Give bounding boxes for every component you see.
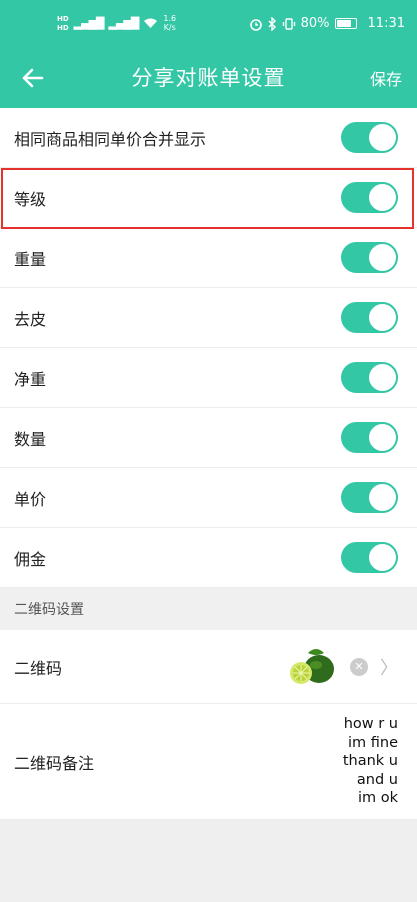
setting-label: 去皮 xyxy=(14,309,47,329)
battery-icon xyxy=(334,18,357,29)
settings-list: 相同商品相同单价合并显示 等级 重量 去皮 净重 数量 单价 佣金 二维码设置 … xyxy=(0,108,417,820)
signal-icon: ▂▄▆█ xyxy=(73,16,105,30)
setting-weight-row: 重量 xyxy=(0,228,417,288)
setting-label: 净重 xyxy=(14,369,47,389)
setting-quantity-row: 数量 xyxy=(0,408,417,468)
wifi-icon xyxy=(144,18,158,28)
status-bar: HD HD ▂▄▆█ ▂▄▆█ 1.6 K/s 80% 11:31 xyxy=(0,0,417,48)
quantity-toggle[interactable] xyxy=(341,422,398,453)
page-title: 分享对账单设置 xyxy=(131,66,286,90)
net-weight-toggle[interactable] xyxy=(341,362,398,393)
setting-label: 数量 xyxy=(14,429,47,449)
grade-toggle[interactable] xyxy=(341,182,398,213)
setting-net-weight-row: 净重 xyxy=(0,348,417,408)
setting-unit-price-row: 单价 xyxy=(0,468,417,528)
setting-label: 重量 xyxy=(14,249,47,269)
setting-label: 等级 xyxy=(14,189,47,209)
tare-toggle[interactable] xyxy=(341,302,398,333)
qr-controls: ✕ 〉 xyxy=(286,645,398,689)
alarm-icon xyxy=(249,18,262,31)
qr-code-row[interactable]: 二维码 ✕ 〉 xyxy=(0,630,417,704)
hd-indicator: HD HD xyxy=(57,14,69,32)
qr-note-row[interactable]: 二维码备注 how r u im fine thank u and u im o… xyxy=(0,704,417,820)
setting-tare-row: 去皮 xyxy=(0,288,417,348)
qr-note-value: how r u im fine thank u and u im ok xyxy=(342,716,398,807)
network-speed: 1.6 K/s xyxy=(163,14,177,32)
vibrate-icon xyxy=(282,17,295,30)
chevron-right-icon: 〉 xyxy=(380,657,398,679)
signal-icon-2: ▂▄▆█ xyxy=(108,16,140,30)
merge-toggle[interactable] xyxy=(341,122,398,153)
setting-grade-row: 等级 xyxy=(0,168,417,228)
qr-label: 二维码 xyxy=(14,658,63,678)
save-button[interactable]: 保存 xyxy=(370,66,402,90)
status-left: HD HD ▂▄▆█ ▂▄▆█ 1.6 K/s xyxy=(57,14,176,32)
bluetooth-icon xyxy=(268,16,276,31)
unit-price-toggle[interactable] xyxy=(341,482,398,513)
battery-fill xyxy=(336,20,351,27)
app-bar: 分享对账单设置 保存 xyxy=(0,48,417,108)
qr-section-header: 二维码设置 xyxy=(0,588,417,630)
setting-commission-row: 佣金 xyxy=(0,528,417,588)
qr-image-thumbnail[interactable] xyxy=(286,645,338,689)
setting-label: 佣金 xyxy=(14,549,47,569)
setting-label: 相同商品相同单价合并显示 xyxy=(14,129,207,149)
status-right: 80% 11:31 xyxy=(249,16,405,31)
weight-toggle[interactable] xyxy=(341,242,398,273)
clear-icon[interactable]: ✕ xyxy=(350,657,368,676)
setting-label: 单价 xyxy=(14,489,47,509)
commission-toggle[interactable] xyxy=(341,542,398,573)
battery-percent: 80% xyxy=(300,16,330,31)
clock: 11:31 xyxy=(367,16,405,31)
qr-note-label: 二维码备注 xyxy=(14,753,95,773)
setting-merge-row: 相同商品相同单价合并显示 xyxy=(0,108,417,168)
